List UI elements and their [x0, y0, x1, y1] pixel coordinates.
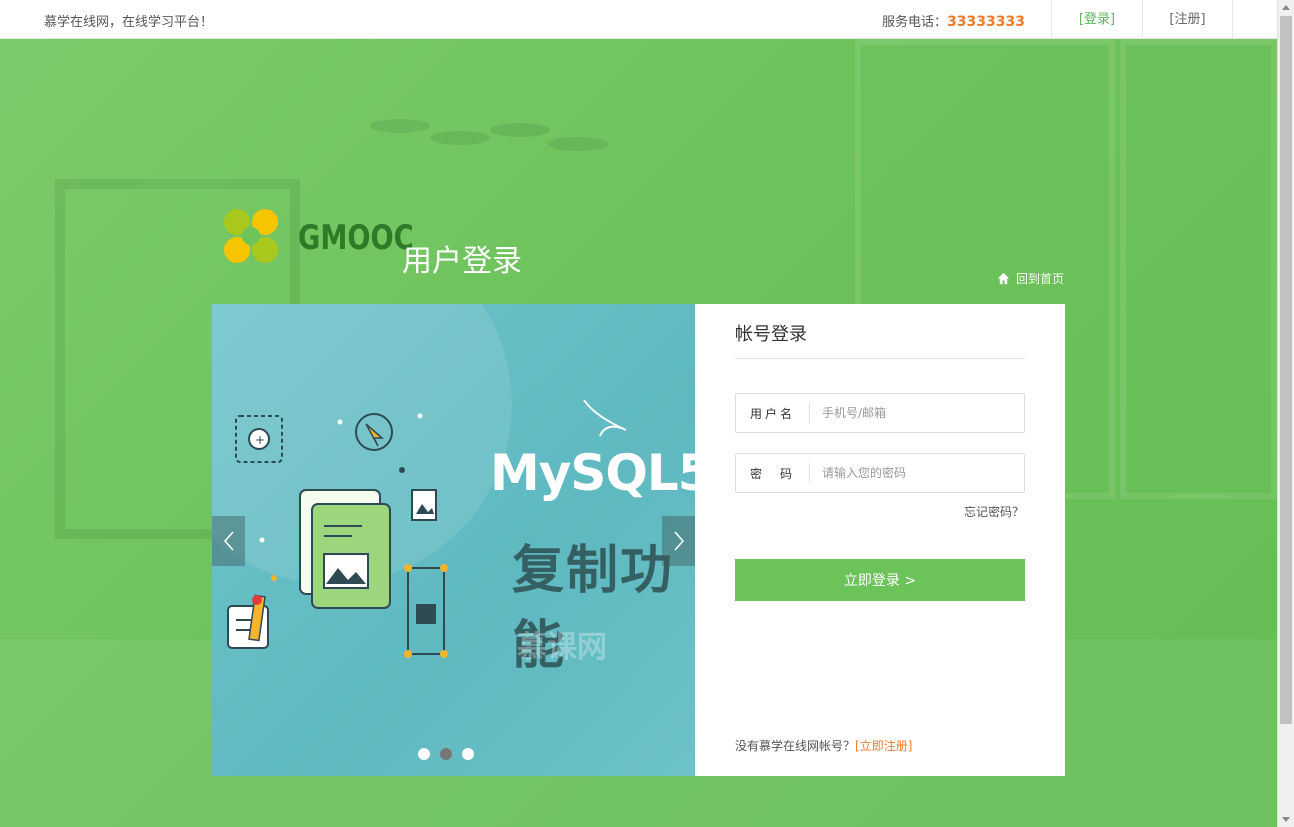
password-label: 密 码	[750, 466, 796, 481]
home-link[interactable]: 回到首页	[997, 270, 1064, 287]
scroll-up-arrow[interactable]	[1282, 5, 1290, 10]
signup-link[interactable]: [立即注册]	[855, 739, 912, 753]
chevron-left-icon	[223, 531, 234, 551]
carousel-dot[interactable]	[418, 748, 430, 760]
phone-number: 33333333	[947, 14, 1025, 30]
password-input[interactable]	[810, 455, 1010, 491]
username-field: 用户名	[735, 393, 1025, 433]
logo-text: GMOOC	[298, 218, 414, 258]
home-link-label: 回到首页	[1016, 272, 1065, 286]
page-scrollbar[interactable]	[1277, 0, 1294, 827]
title-divider	[735, 358, 1025, 359]
chevron-right-icon	[673, 531, 684, 551]
carousel-next-button[interactable]	[662, 516, 695, 566]
slide-brand-watermark: 慕课网	[517, 630, 607, 665]
carousel-dots	[418, 748, 474, 760]
background-lamp	[370, 119, 430, 133]
top-bar: 慕学在线网，在线学习平台！ 服务电话：33333333 [登录] [注册]	[0, 0, 1277, 39]
scroll-down-arrow[interactable]	[1282, 817, 1290, 822]
background-lamp	[490, 123, 550, 137]
login-panel: 帐号登录 用户名 密 码 忘记密码？ 立即登录 > 没有慕学在线网帐号？[立即注…	[695, 304, 1065, 776]
service-phone: 服务电话：33333333	[882, 11, 1025, 30]
slide-title: MySQL5.7	[490, 444, 695, 502]
login-title: 帐号登录	[735, 324, 807, 345]
carousel-dot[interactable]	[462, 748, 474, 760]
scrollbar-thumb[interactable]	[1280, 16, 1292, 724]
logo-icon	[224, 209, 278, 263]
password-field: 密 码	[735, 453, 1025, 493]
register-link[interactable]: [注册]	[1142, 0, 1233, 39]
page-heading: 用户登录	[402, 244, 522, 279]
username-input[interactable]	[810, 395, 1010, 431]
carousel-prev-button[interactable]	[212, 516, 245, 566]
username-label: 用户名	[750, 406, 796, 421]
home-icon	[997, 272, 1010, 285]
signup-prompt-text: 没有慕学在线网帐号？	[735, 739, 856, 753]
svg-text:+: +	[255, 433, 265, 447]
forgot-password-link[interactable]: 忘记密码？	[964, 503, 1024, 520]
phone-label: 服务电话：	[882, 15, 948, 30]
background-lamp	[548, 137, 608, 151]
login-link[interactable]: [登录]	[1051, 0, 1142, 39]
banner-carousel[interactable]: + MySQL5.7 复制功能 慕课网	[212, 304, 695, 776]
background-lamp	[430, 131, 490, 145]
background-window-right	[1120, 39, 1277, 499]
signup-prompt: 没有慕学在线网帐号？[立即注册]	[735, 737, 912, 754]
carousel-dot[interactable]	[440, 748, 452, 760]
login-submit-button[interactable]: 立即登录 >	[735, 559, 1025, 601]
site-slogan: 慕学在线网，在线学习平台！	[44, 15, 214, 30]
